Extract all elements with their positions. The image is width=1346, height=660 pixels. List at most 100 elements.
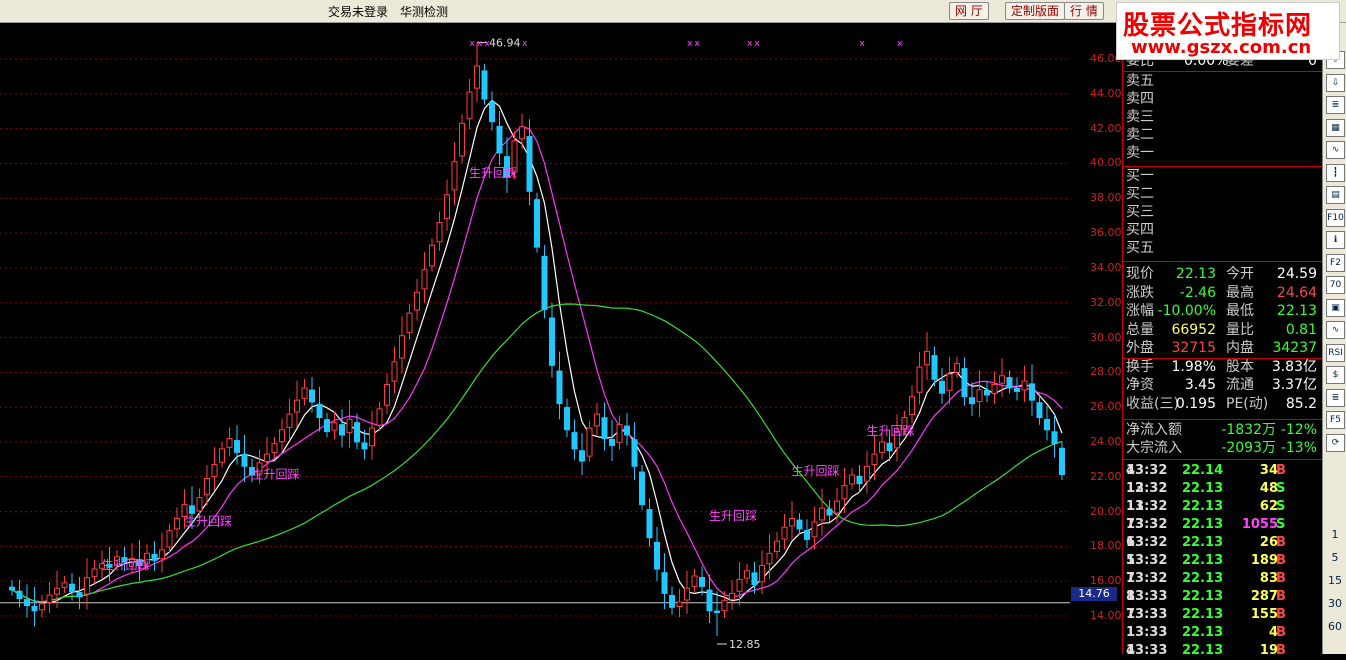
- window-icon[interactable]: ▣: [1326, 298, 1345, 317]
- tick-side: B: [1276, 589, 1286, 604]
- f10-icon[interactable]: F10: [1326, 208, 1345, 227]
- candle-body: [271, 443, 278, 454]
- quote-key: 收益(三): [1126, 395, 1179, 412]
- candle-body: [466, 91, 473, 120]
- period-button-5[interactable]: 5: [1323, 551, 1346, 564]
- f5-icon[interactable]: F5: [1326, 411, 1345, 429]
- candle-body: [39, 603, 45, 611]
- tick-side: B: [1276, 571, 1286, 586]
- flow-pct: -12%: [1280, 422, 1317, 438]
- candle-body: [834, 500, 840, 514]
- panel-divider: [1123, 459, 1323, 460]
- candle-body: [556, 370, 563, 405]
- quote-key: PE(动): [1226, 395, 1269, 412]
- quote-key: 内盘: [1226, 340, 1254, 356]
- signal-label: 生升回踩: [792, 464, 840, 478]
- candle-body: [984, 390, 990, 396]
- wave-icon[interactable]: ∿: [1326, 321, 1345, 339]
- tool-icon-bar: ⇧ ⇩ ≣ ▦ ∿ ┇ ▤ F10 ℹ F2 70 ▣ ∿ RSI $ ≣ F5 ⟳ 1 5 15 30 60: [1322, 23, 1346, 654]
- candle-body: [931, 355, 938, 380]
- y-tick-label: 20.00: [1090, 504, 1122, 518]
- period-button-1[interactable]: 1: [1323, 528, 1346, 541]
- tick-price: 22.13: [1182, 625, 1224, 640]
- buy-label: 买二: [1126, 186, 1154, 202]
- candle-body: [444, 194, 450, 219]
- candle-body: [1051, 431, 1058, 445]
- rsi-icon[interactable]: RSI: [1326, 343, 1345, 362]
- sheet-icon[interactable]: ≣: [1326, 388, 1345, 407]
- net-hall-button[interactable]: 网 厅: [949, 2, 989, 20]
- quote-button[interactable]: 行 情: [1064, 2, 1104, 20]
- tick-row: 13:32 22.13 83 B 7: [1126, 570, 1320, 588]
- candle-body: [976, 389, 983, 403]
- custom-layout-button[interactable]: 定制版面: [1005, 2, 1066, 20]
- candle-body: [946, 373, 953, 391]
- refresh-icon[interactable]: ⟳: [1326, 433, 1345, 452]
- quote-key: 总量: [1126, 321, 1154, 338]
- candle-icon[interactable]: ┇: [1326, 163, 1345, 182]
- tick-side: B: [1276, 535, 1286, 550]
- dollar-icon[interactable]: $: [1326, 366, 1345, 384]
- quote-value: 0.81: [1285, 321, 1317, 338]
- quote-panel: 委比 0.00% 委差 0 卖五 卖四 卖三 卖二 卖一 买一 买二 买三 买四 买五 现价 22.13 今开 2…: [1122, 23, 1323, 658]
- candle-body: [646, 509, 653, 539]
- arrow-down-icon[interactable]: ⇩: [1326, 73, 1345, 92]
- tick-row: 13:33 22.13 4 B 1: [1126, 624, 1320, 642]
- period-button-60[interactable]: 60: [1323, 620, 1346, 633]
- candle-body: [676, 601, 683, 608]
- candle-body: [459, 122, 465, 157]
- candle-body: [886, 442, 893, 452]
- candle-body: [234, 440, 240, 453]
- candle-body: [9, 586, 15, 591]
- buy-level: 买三: [1126, 204, 1320, 221]
- candle-body: [474, 65, 480, 89]
- info-icon[interactable]: ℹ: [1326, 231, 1345, 249]
- panel-divider: [1123, 71, 1323, 72]
- signal-label: 生升回踩: [252, 467, 300, 481]
- tick-volume: 287: [1250, 589, 1278, 604]
- trade-status[interactable]: 交易未登录: [328, 3, 388, 20]
- f2-icon[interactable]: F2: [1326, 253, 1345, 272]
- quote-value: 22.13: [1276, 303, 1317, 319]
- candle-body: [369, 427, 375, 447]
- period-button-15[interactable]: 15: [1323, 574, 1346, 587]
- candle-body: [384, 383, 390, 406]
- y-tick-label: 26.00: [1090, 400, 1122, 414]
- candle-body: [954, 363, 960, 373]
- candle-body: [691, 575, 698, 587]
- sell-label: 卖四: [1126, 91, 1154, 107]
- candle-body: [489, 101, 495, 123]
- candle-body: [661, 572, 668, 594]
- tick-count: 6: [1126, 535, 1136, 550]
- table-icon[interactable]: ▦: [1326, 118, 1345, 137]
- report-icon[interactable]: ≣: [1326, 96, 1345, 114]
- kline-chart[interactable]: 46.9412.85生升回踩生升回踩生升回踩生升回踩生升回踩生升回踩生升回踩x x…: [0, 23, 1070, 654]
- quote-value: 85.2: [1285, 395, 1317, 412]
- speed-icon[interactable]: 70: [1326, 276, 1345, 294]
- tick-count: 1: [1126, 625, 1136, 640]
- candle-body: [159, 549, 165, 560]
- candle-body: [639, 471, 645, 506]
- y-tick-label: 34.00: [1090, 260, 1122, 274]
- current-price-tag: 14.76: [1071, 587, 1117, 601]
- signal-marker: x: [485, 39, 491, 49]
- candle-body: [609, 439, 615, 446]
- quote-key: 涨跌: [1126, 284, 1154, 301]
- candle-body: [969, 397, 975, 405]
- tick-count: 5: [1126, 553, 1136, 568]
- quote-key: 今开: [1226, 266, 1254, 282]
- flow-row: 大宗流入 -2093万 -13%: [1126, 440, 1320, 457]
- candle-body: [654, 541, 660, 570]
- candle-body: [196, 497, 203, 512]
- period-button-30[interactable]: 30: [1323, 597, 1346, 610]
- stock-monitor[interactable]: 华测检测: [400, 3, 448, 20]
- candle-body: [1006, 377, 1013, 389]
- quote-value: -2.46: [1179, 284, 1216, 301]
- list-icon[interactable]: ▤: [1326, 186, 1345, 204]
- buy-label: 买四: [1126, 222, 1154, 238]
- candle-body: [1044, 418, 1050, 431]
- candle-body: [916, 366, 923, 393]
- tick-price: 22.13: [1182, 643, 1224, 658]
- line-chart-icon[interactable]: ∿: [1326, 141, 1345, 159]
- candle-body: [76, 591, 83, 598]
